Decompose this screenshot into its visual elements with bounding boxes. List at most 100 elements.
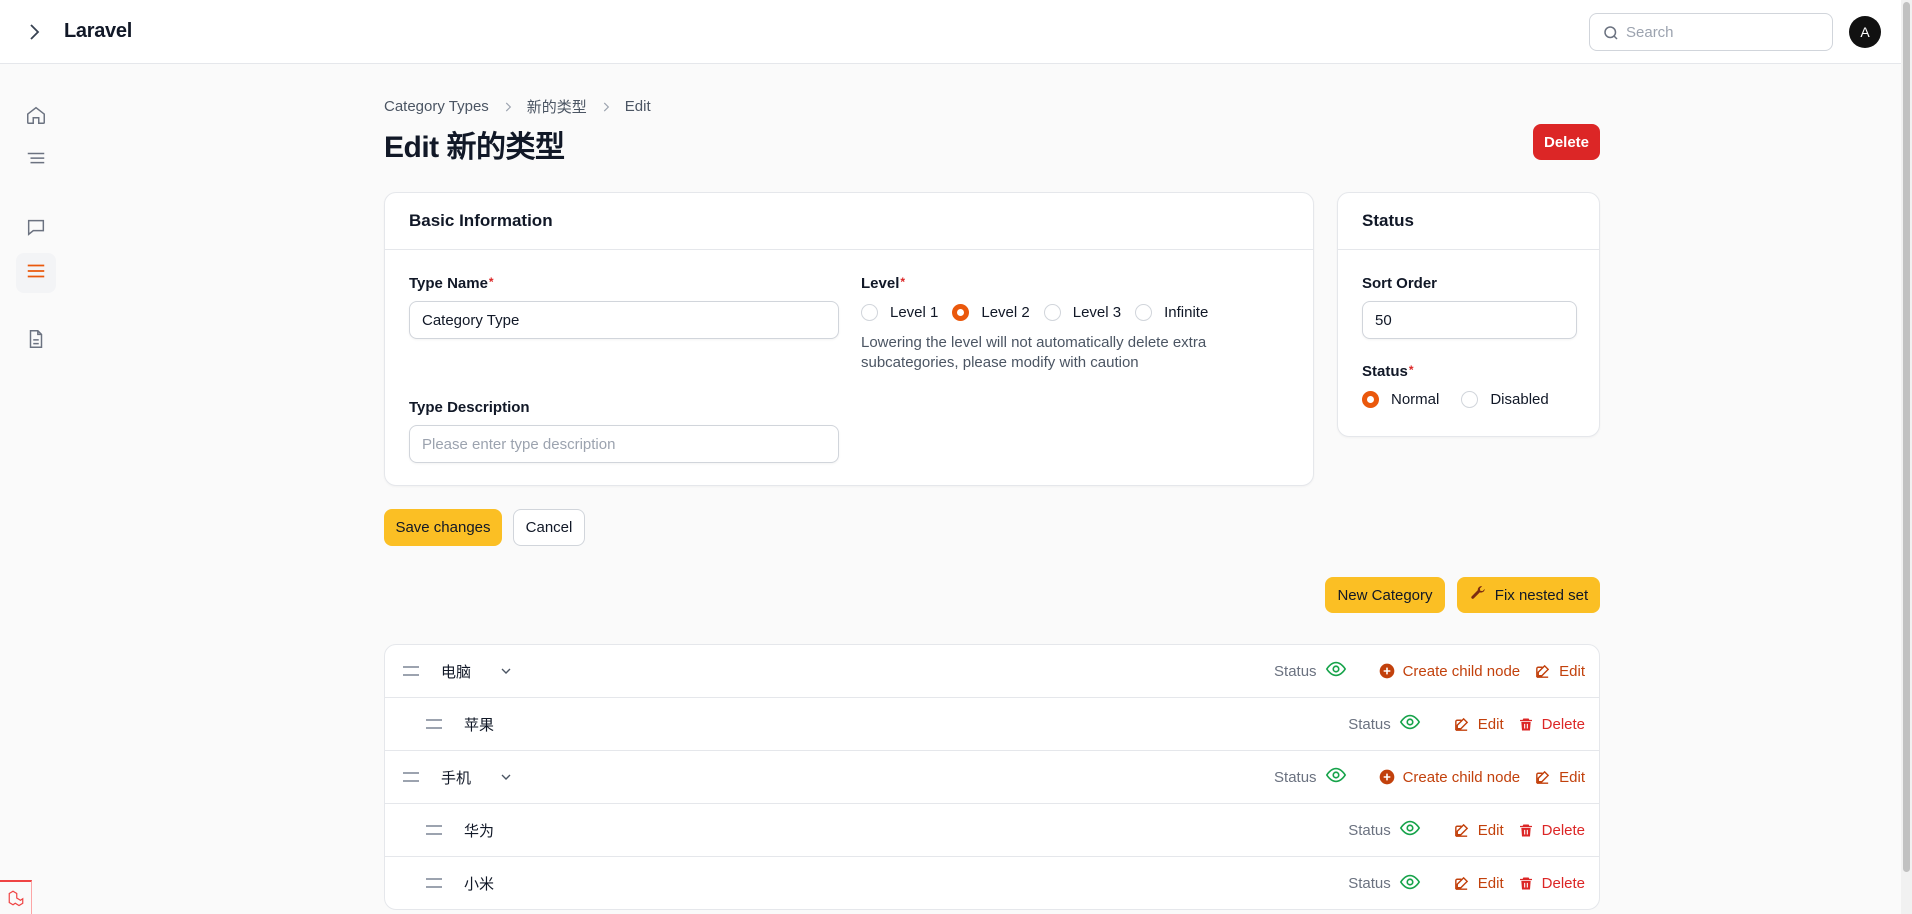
row-actions: Status Create child node Edit (1274, 658, 1585, 684)
level-radio-group: Level 1 Level 2 Level 3 Infinite (861, 304, 1222, 321)
chevron-down-icon[interactable] (498, 663, 514, 679)
tree-row: 苹果 Status Edit Delete (385, 698, 1599, 751)
plus-circle-icon (1379, 663, 1394, 679)
home-icon (25, 104, 47, 131)
eye-icon[interactable] (1399, 871, 1421, 897)
list-icon (25, 148, 47, 175)
sidebar-item-comments[interactable] (16, 209, 56, 249)
level-3-radio[interactable]: Level 3 (1043, 304, 1121, 321)
status-text: Status (1348, 821, 1391, 839)
tree-row: 华为 Status Edit Delete (385, 804, 1599, 857)
card-title: Basic Information (385, 193, 1313, 250)
new-category-button[interactable]: New Category (1325, 577, 1445, 613)
chevron-down-icon[interactable] (498, 769, 514, 785)
edit-button[interactable]: Edit (1453, 822, 1504, 839)
edit-button[interactable]: Edit (1453, 716, 1504, 733)
type-name-input[interactable] (409, 301, 839, 339)
wrench-icon (1469, 584, 1495, 606)
row-actions: Status Edit Delete (1348, 817, 1585, 843)
drag-handle-icon[interactable] (426, 719, 442, 729)
save-changes-button[interactable]: Save changes (384, 509, 502, 546)
delete-button[interactable]: Delete (1518, 875, 1585, 892)
node-name: 小米 (464, 876, 495, 893)
card-title: Status (1338, 193, 1599, 250)
eye-icon[interactable] (1325, 764, 1347, 790)
scrollbar-thumb[interactable] (1903, 2, 1910, 872)
fix-nested-set-label: Fix nested set (1494, 586, 1589, 604)
edit-icon (1454, 717, 1468, 731)
type-name-label: Type Name* (409, 275, 494, 292)
level-hint-text: Lowering the level will not automaticall… (861, 334, 1207, 371)
page-title: Edit 新的类型 (384, 131, 565, 164)
cancel-button[interactable]: Cancel (513, 509, 585, 546)
drag-handle-icon[interactable] (403, 772, 419, 782)
breadcrumb-item-category-types[interactable]: Category Types (384, 98, 489, 115)
node-name: 华为 (464, 822, 495, 840)
edit-button[interactable]: Edit (1453, 875, 1504, 892)
sort-order-label: Sort Order (1362, 275, 1438, 292)
level-2-radio[interactable]: Level 2 (952, 304, 1030, 321)
status-normal-radio[interactable]: Normal (1362, 391, 1439, 408)
tree-row: 手机 Status Create child node Edit (385, 751, 1599, 804)
drag-handle-icon[interactable] (426, 878, 442, 888)
row-actions: Status Create child node Edit (1274, 764, 1585, 790)
brand-logo-text[interactable]: Laravel (64, 20, 132, 43)
level-1-radio[interactable]: Level 1 (861, 304, 938, 321)
status-text: Status (1274, 768, 1317, 786)
fix-nested-set-button[interactable]: Fix nested set (1457, 577, 1600, 613)
sidebar-item-home[interactable] (16, 97, 56, 137)
status-text: Status (1348, 715, 1391, 733)
drag-handle-icon[interactable] (426, 825, 442, 835)
basic-information-card: Basic Information Type Name* Level* Leve… (384, 192, 1314, 486)
level-label: Level* (861, 275, 906, 292)
breadcrumb-item-edit: Edit (624, 98, 651, 115)
node-name: 手机 (441, 769, 472, 787)
edit-button[interactable]: Edit (1534, 769, 1585, 786)
sort-order-input[interactable] (1362, 301, 1577, 339)
drag-handle-icon[interactable] (403, 666, 419, 676)
breadcrumb: Category Types 新的类型 Edit (384, 96, 651, 117)
trash-icon (1519, 718, 1532, 730)
delete-button[interactable]: Delete (1533, 124, 1600, 160)
document-icon (25, 328, 47, 355)
tree-row: 小米 Status Edit Delete (385, 857, 1599, 909)
search-icon (1602, 24, 1620, 42)
delete-button[interactable]: Delete (1518, 822, 1585, 839)
eye-icon[interactable] (1325, 658, 1347, 684)
status-disabled-radio[interactable]: Disabled (1461, 391, 1549, 408)
create-child-node-button[interactable]: Create child node (1379, 769, 1520, 786)
create-child-node-button[interactable]: Create child node (1379, 663, 1520, 680)
sidebar-toggle-chevron-right-icon[interactable] (22, 20, 46, 44)
eye-icon[interactable] (1399, 711, 1421, 737)
edit-icon (1454, 823, 1468, 837)
sidebar-item-list[interactable] (16, 141, 56, 181)
global-search[interactable] (1589, 13, 1833, 51)
status-card: Status Sort Order Status* Normal Disable… (1337, 192, 1600, 437)
search-input[interactable] (1626, 23, 1816, 41)
category-tree: 电脑 Status Create child node Edit 苹果 Stat… (384, 644, 1600, 910)
eye-icon[interactable] (1399, 817, 1421, 843)
row-actions: Status Edit Delete (1348, 711, 1585, 737)
user-avatar[interactable]: A (1849, 16, 1881, 48)
sidebar (0, 65, 72, 914)
level-infinite-radio[interactable]: Infinite (1135, 304, 1208, 321)
status-radio-group: Normal Disabled (1362, 391, 1563, 408)
laravel-logo-icon[interactable] (0, 880, 32, 914)
edit-icon (1536, 664, 1550, 678)
sidebar-item-categories[interactable] (16, 253, 56, 293)
top-bar: Laravel A (0, 0, 1901, 64)
plus-circle-icon (1379, 769, 1394, 785)
chevron-right-icon (599, 100, 613, 114)
type-description-input[interactable] (409, 425, 839, 463)
sidebar-item-documents[interactable] (16, 321, 56, 361)
status-label: Status* (1362, 363, 1414, 380)
menu-icon (25, 260, 47, 287)
trash-icon (1519, 824, 1532, 836)
chevron-right-icon (501, 100, 515, 114)
delete-button[interactable]: Delete (1518, 716, 1585, 733)
edit-icon (1536, 770, 1550, 784)
trash-icon (1519, 877, 1532, 890)
tree-row: 电脑 Status Create child node Edit (385, 645, 1599, 698)
edit-button[interactable]: Edit (1534, 663, 1585, 680)
breadcrumb-item-type[interactable]: 新的类型 (527, 96, 587, 117)
